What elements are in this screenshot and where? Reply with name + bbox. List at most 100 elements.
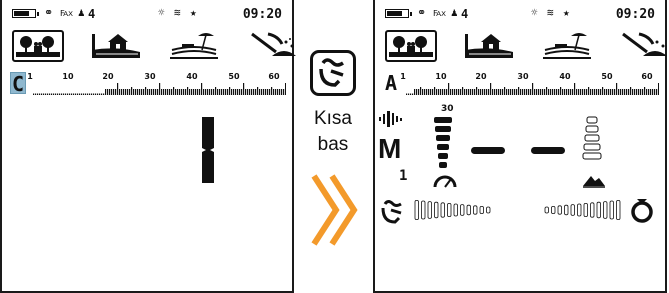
ground-bars [582,116,602,160]
scale-tick [512,89,514,95]
scale-tick [263,89,265,95]
scale-tick [185,89,187,95]
vibration-icon: ≋ [547,6,554,19]
scale-tick [436,89,438,95]
scale-tick [574,83,576,95]
scale-tick [283,89,285,95]
scale-tick [654,89,656,95]
clock: 09:20 [615,7,655,22]
scale-tick [207,89,209,95]
scale-ticks [33,83,286,95]
scale-tick [243,83,245,95]
scale-tick [193,89,195,95]
scale-tick [249,89,251,95]
scale-label: 10 [435,72,447,81]
scale-tick [261,89,263,95]
scale-tick [79,93,81,95]
gear-button-icon[interactable] [310,50,356,96]
scale-tick [217,89,219,95]
scale-tick [434,87,436,95]
scale-tick [508,89,510,95]
scale-tick [129,89,131,95]
scale-tick [542,89,544,95]
scale-tick [578,89,580,95]
ring-icon [631,199,653,223]
scale-tick [251,89,253,95]
scale-tick [536,89,538,95]
scale-tick [237,89,239,95]
level-bar [421,200,426,220]
park-mode-icon[interactable] [12,30,64,62]
scale-tick [608,89,610,95]
scale-tick [618,89,620,95]
mode-bar [385,30,667,66]
scale-tick [115,89,117,95]
scale-tick [229,87,231,95]
beach-mode-icon[interactable] [168,30,220,62]
scale-tick [147,89,149,95]
scale-tick [197,89,199,95]
field-mode-icon[interactable] [90,30,142,62]
scale-tick [45,93,47,95]
scale-tick [496,89,498,95]
scale-tick [444,89,446,95]
scale-tick [155,89,157,95]
scale-tick [624,89,626,95]
scale-label: 50 [228,72,240,81]
scale-tick [77,93,79,95]
gear-button-icon [381,200,402,224]
scale-tick [566,89,568,95]
gauge-icon [433,175,457,188]
gain-bars [434,117,452,168]
scale-tick [570,89,572,95]
scale-tick [576,89,578,95]
user-icon: ♟ [78,6,85,19]
park-mode-icon[interactable] [385,30,437,62]
scale-tick [432,89,434,95]
scale-labels: 1 10 20 30 40 50 60 [27,72,286,82]
ground-icon [583,176,605,188]
battery-icon [385,9,412,18]
scale-tick [472,89,474,95]
disc-pattern-letter[interactable]: A [383,72,399,94]
scale-tick [584,89,586,95]
scale-tick [267,89,269,95]
gold-mode-icon[interactable] [246,30,298,62]
disc-pattern-letter[interactable]: C [10,72,26,95]
scale-tick [43,93,45,95]
gold-mode-icon[interactable] [617,30,669,62]
scale-tick [552,89,554,95]
scale-tick [227,89,229,95]
scale-tick [548,89,550,95]
scale-tick [211,89,213,95]
scale-tick [159,83,161,95]
scale-tick [87,93,89,95]
scale-tick [526,89,528,95]
scale-tick [414,89,416,95]
scale-tick [632,89,634,95]
scale-tick [658,83,659,95]
scale-tick [269,89,271,95]
scale-tick [500,89,502,95]
scale-tick [452,89,454,95]
scale-tick [638,89,640,95]
scale-tick [167,89,169,95]
scale-tick [538,89,540,95]
scale-tick [620,89,622,95]
scale-tick [245,89,247,95]
user-number: 4 [88,7,95,21]
scale-tick [73,93,75,95]
field-mode-icon[interactable] [463,30,515,62]
scale-tick [37,93,39,95]
level-bar [609,200,614,220]
scale-tick [125,89,127,95]
clock: 09:20 [242,7,282,22]
scale-tick [582,89,584,95]
scale-tick [219,89,221,95]
scale-tick [440,89,442,95]
transition-panel: Kısa bas [300,0,370,293]
scale-tick [151,89,153,95]
beach-mode-icon[interactable] [541,30,593,62]
scale-tick [177,89,179,95]
wireless-icon: ℻ [60,6,74,19]
